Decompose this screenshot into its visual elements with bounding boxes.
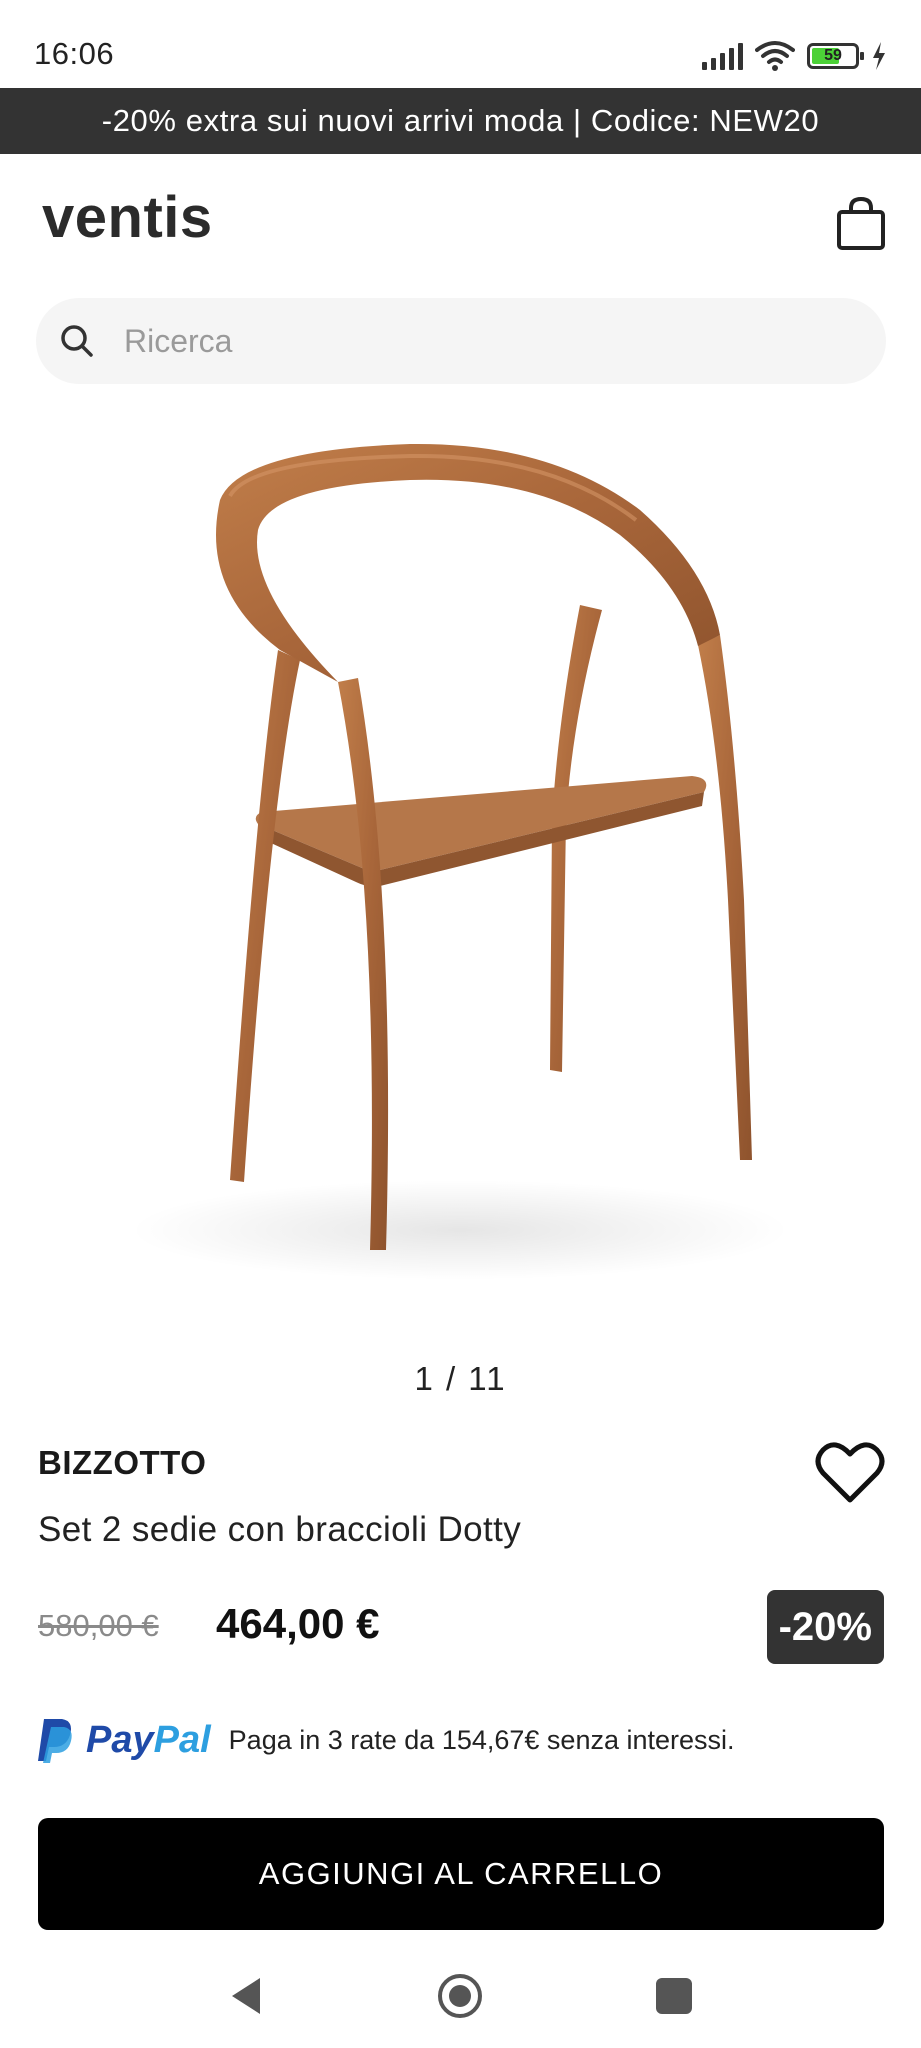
battery-icon: 59 xyxy=(807,43,864,69)
current-price: 464,00 € xyxy=(216,1600,380,1647)
search-input[interactable] xyxy=(124,298,824,384)
recent-apps-icon[interactable] xyxy=(656,1978,692,2014)
status-bar: 16:06 59 xyxy=(0,0,921,88)
system-nav-bar xyxy=(0,1950,921,2048)
paypal-installments[interactable]: PayPal Paga in 3 rate da 154,67€ senza i… xyxy=(36,1712,886,1768)
paypal-installments-text: Paga in 3 rate da 154,67€ senza interess… xyxy=(228,1724,735,1755)
back-icon[interactable] xyxy=(228,1976,262,2016)
paypal-icon xyxy=(38,1719,72,1763)
discount-badge: -20% xyxy=(766,1590,884,1664)
status-time: 16:06 xyxy=(34,36,115,71)
site-logo[interactable]: ventis xyxy=(42,184,213,251)
search-icon xyxy=(61,325,93,357)
battery-level: 59 xyxy=(824,47,842,64)
home-icon[interactable] xyxy=(436,1972,484,2020)
header: ventis xyxy=(0,154,921,294)
charging-icon xyxy=(873,42,885,70)
old-price: 580,00 € xyxy=(38,1608,159,1643)
add-to-cart-button[interactable]: AGGIUNGI AL CARRELLO xyxy=(38,1818,884,1930)
shopping-bag-icon[interactable] xyxy=(835,196,887,252)
product-name: Set 2 sedie con braccioli Dotty xyxy=(38,1510,522,1549)
signal-icon xyxy=(702,42,743,70)
heart-icon[interactable] xyxy=(815,1440,885,1506)
wooden-chair-image[interactable] xyxy=(80,420,840,1300)
promo-banner[interactable]: -20% extra sui nuovi arrivi moda | Codic… xyxy=(0,88,921,154)
status-icons: 59 xyxy=(702,36,887,76)
search-bar[interactable] xyxy=(36,298,886,384)
paypal-wordmark: PayPal xyxy=(86,1718,211,1761)
wifi-icon xyxy=(755,41,795,71)
paypal-logo: PayPal xyxy=(36,1717,211,1763)
gallery-pager: 1 / 11 xyxy=(414,1360,507,1397)
product-brand[interactable]: BIZZOTTO xyxy=(38,1444,206,1482)
price-row: 580,00 € 464,00 € -20% xyxy=(38,1590,884,1664)
